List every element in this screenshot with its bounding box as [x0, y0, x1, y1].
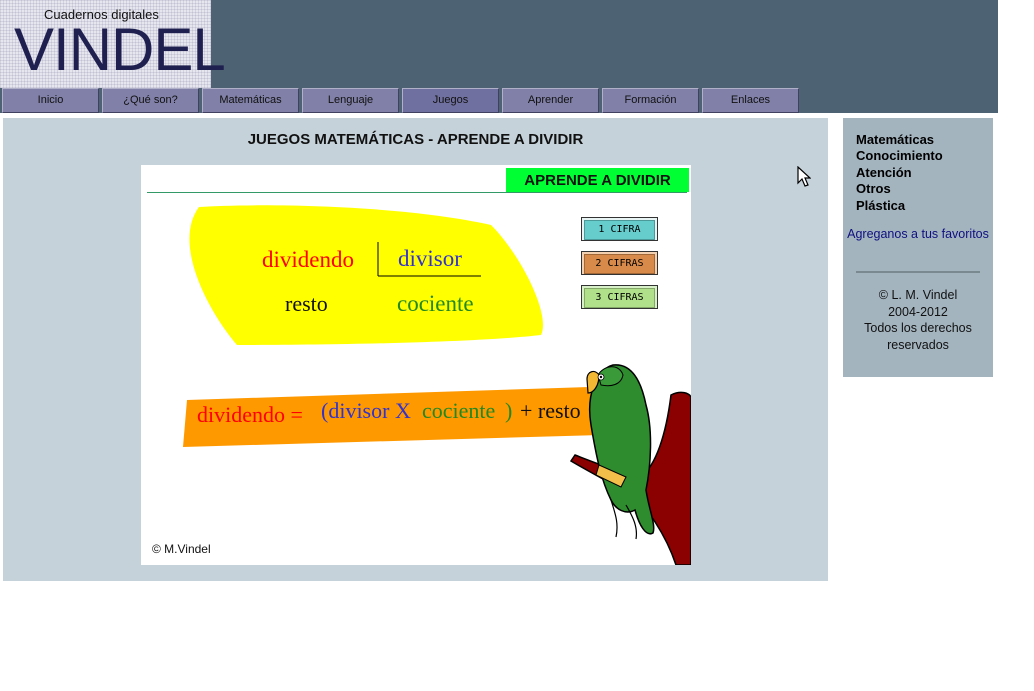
- formula-resto: + resto: [520, 398, 581, 423]
- button-3-cifras[interactable]: 3 CIFRAS: [581, 285, 658, 309]
- copyright-reserved: reservados: [887, 337, 949, 352]
- game-banner: APRENDE A DIVIDIR: [506, 168, 689, 192]
- formula-divisor: (divisor X: [321, 398, 411, 423]
- label-resto: resto: [285, 291, 328, 316]
- sidebar-link-conocimiento[interactable]: Conocimiento: [856, 148, 943, 163]
- nav-enlaces[interactable]: Enlaces: [702, 88, 799, 113]
- parrot-icon: [586, 364, 655, 540]
- formula-close-paren: ): [505, 398, 513, 423]
- copyright-years: 2004-2012: [888, 304, 948, 319]
- nav-inicio[interactable]: Inicio: [2, 88, 99, 113]
- nav-matematicas[interactable]: Matemáticas: [202, 88, 299, 113]
- nav-que-son[interactable]: ¿Qué son?: [102, 88, 199, 113]
- flash-game[interactable]: APRENDE A DIVIDIR dividendo divisor rest…: [141, 165, 691, 565]
- sidebar-copyright: © L. M. Vindel 2004-2012 Todos los derec…: [843, 287, 993, 353]
- sidebar-link-plastica[interactable]: Plástica: [856, 198, 905, 213]
- nav-juegos[interactable]: Juegos: [402, 88, 499, 113]
- sidebar-link-atencion[interactable]: Atención: [856, 165, 912, 180]
- header-bar: Cuadernos digitales VINDEL Inicio ¿Qué s…: [0, 0, 998, 113]
- nav-aprender[interactable]: Aprender: [502, 88, 599, 113]
- vindel-logo[interactable]: Cuadernos digitales VINDEL: [0, 0, 226, 88]
- copyright-rights: Todos los derechos: [864, 321, 972, 335]
- logo-title: VINDEL: [14, 16, 226, 83]
- sidebar-divider: [856, 271, 980, 273]
- button-1-cifra-label: 1 CIFRA: [584, 220, 655, 240]
- banner-underline: [147, 192, 687, 193]
- yellow-blob: [189, 205, 543, 345]
- label-divisor: divisor: [398, 246, 462, 271]
- sidebar: Matemáticas Conocimiento Atención Otros …: [843, 118, 993, 377]
- button-3-cifras-label: 3 CIFRAS: [584, 288, 655, 308]
- mouse-cursor-icon: [797, 166, 811, 187]
- page: Cuadernos digitales VINDEL Inicio ¿Qué s…: [0, 0, 1034, 691]
- copyright-line: © L. M. Vindel: [878, 288, 958, 302]
- button-1-cifra[interactable]: 1 CIFRA: [581, 217, 658, 241]
- page-title: JUEGOS MATEMÁTICAS - APRENDE A DIVIDIR: [247, 131, 584, 148]
- main-content: JUEGOS MATEMÁTICAS - APRENDE A DIVIDIR A…: [3, 118, 828, 581]
- label-cociente: cociente: [397, 291, 474, 316]
- sidebar-link-matematicas[interactable]: Matemáticas: [856, 132, 934, 147]
- game-copyright: © M.Vindel: [152, 542, 211, 556]
- button-2-cifras[interactable]: 2 CIFRAS: [581, 251, 658, 275]
- sidebar-link-otros[interactable]: Otros: [856, 181, 891, 196]
- formula-cociente: cociente: [422, 398, 496, 423]
- formula-dividendo: dividendo =: [197, 402, 303, 427]
- nav-lenguaje[interactable]: Lenguaje: [302, 88, 399, 113]
- label-dividendo: dividendo: [262, 247, 354, 272]
- button-2-cifras-label: 2 CIFRAS: [584, 254, 655, 274]
- add-favorites-link[interactable]: Agreganos a tus favoritos: [843, 226, 993, 243]
- nav-formacion[interactable]: Formación: [602, 88, 699, 113]
